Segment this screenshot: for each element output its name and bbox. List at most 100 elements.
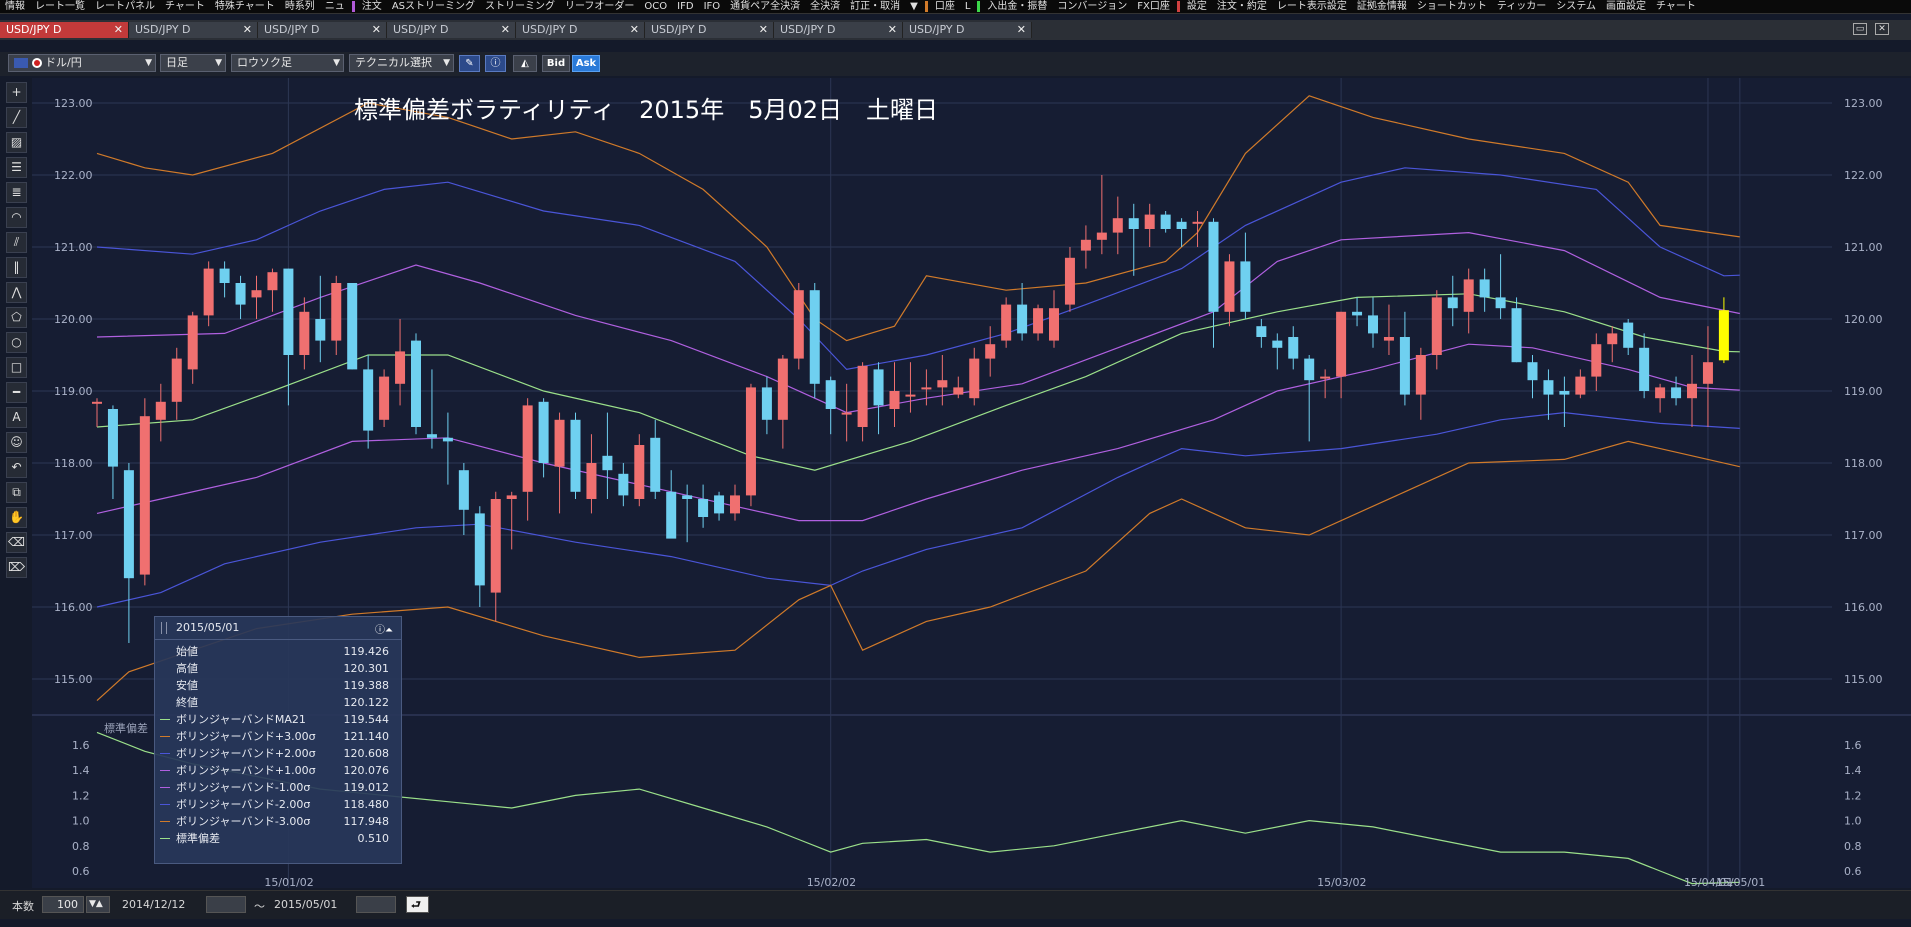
tab-label: USD/JPY D xyxy=(522,23,578,36)
from-date[interactable]: 2014/12/12 xyxy=(122,898,185,911)
menu-item[interactable]: ショートカット xyxy=(1412,0,1492,13)
text-tool-button[interactable]: A xyxy=(6,407,27,428)
trendline-tool-button[interactable]: ╱ xyxy=(6,107,27,128)
channel-icon: ⫽ xyxy=(13,235,20,249)
chart-tab[interactable]: USD/JPY D ✕ xyxy=(516,22,645,38)
menu-item[interactable]: FX口座 xyxy=(1132,0,1175,13)
menu-item[interactable]: 注文 xyxy=(357,0,387,13)
close-tab-icon[interactable]: ✕ xyxy=(243,22,252,38)
line-tool-button[interactable]: ━ xyxy=(6,382,27,403)
close-tab-icon[interactable]: ✕ xyxy=(1017,22,1026,38)
candle-body xyxy=(1256,326,1267,337)
menu-item[interactable]: 全決済 xyxy=(805,0,845,13)
circle-tool-button[interactable]: ○ xyxy=(6,332,27,353)
close-tab-icon[interactable]: ✕ xyxy=(114,22,123,38)
crosshair-tool-button[interactable]: + xyxy=(6,82,27,103)
chart-tab[interactable]: USD/JPY D ✕ xyxy=(0,22,129,38)
menu-item[interactable]: レート一覧 xyxy=(30,0,90,13)
menu-item[interactable]: ストリーミング xyxy=(480,0,560,13)
copy-tool-button[interactable]: ⧉ xyxy=(6,482,27,503)
currency-pair-select[interactable]: ドル/円 ▼ xyxy=(8,54,156,72)
chart-tab[interactable]: USD/JPY D ✕ xyxy=(645,22,774,38)
ruler-tool-button[interactable]: ▨ xyxy=(6,132,27,153)
menu-item[interactable]: L xyxy=(960,0,976,13)
chart-type-button[interactable]: ◭ xyxy=(513,55,537,72)
chart-tab[interactable]: USD/JPY D ✕ xyxy=(129,22,258,38)
menu-item[interactable]: システム xyxy=(1551,0,1601,13)
candle-body xyxy=(506,495,517,499)
menu-item[interactable]: IFD xyxy=(672,0,698,13)
pitchfork-tool-button[interactable]: ⋀ xyxy=(6,282,27,303)
hand-tool-button[interactable]: ✋ xyxy=(6,507,27,528)
to-time-input[interactable] xyxy=(356,896,396,913)
menu-item[interactable]: チャート xyxy=(160,0,210,13)
tooltip-header[interactable]: 2015/05/01 ⓘ⏶ xyxy=(155,617,401,640)
menu-item[interactable]: ティッカー xyxy=(1492,0,1551,13)
menu-item[interactable]: ニュ xyxy=(320,0,350,13)
menu-item[interactable]: コンバージョン xyxy=(1052,0,1132,13)
menu-item[interactable]: レート表示設定 xyxy=(1272,0,1352,13)
chart-tab[interactable]: USD/JPY D ✕ xyxy=(258,22,387,38)
count-stepper[interactable]: ▼▲ xyxy=(86,896,110,913)
menu-item[interactable]: 画面設定 xyxy=(1601,0,1651,13)
menu-item[interactable]: ASストリーミング xyxy=(387,0,480,13)
horizontal-line-tool-button[interactable]: ☰ xyxy=(6,157,27,178)
timeframe-select[interactable]: 日足 ▼ xyxy=(160,54,226,72)
stamp-tool-button[interactable]: ☺ xyxy=(6,432,27,453)
menu-item[interactable]: 設定 xyxy=(1182,0,1212,13)
draw-pen-button[interactable]: ✎ xyxy=(459,55,480,72)
menu-item[interactable]: 訂正・取消 xyxy=(845,0,905,13)
undo-tool-button[interactable]: ↶ xyxy=(6,457,27,478)
restore-window-button[interactable]: ▭ xyxy=(1853,23,1867,35)
channel-tool-button[interactable]: ⫽ xyxy=(6,232,27,253)
fibonacci-tool-button[interactable]: ≣ xyxy=(6,182,27,203)
menu-item[interactable]: 注文・約定 xyxy=(1212,0,1272,13)
menu-item[interactable]: OCO xyxy=(639,0,672,13)
chart-tab[interactable]: USD/JPY D ✕ xyxy=(387,22,516,38)
tooltip-row: ボリンジャーバンド-2.00σ 118.480 xyxy=(155,796,401,813)
rectangle-tool-button[interactable]: □ xyxy=(6,357,27,378)
apply-button[interactable]: ⮐ xyxy=(406,896,429,913)
close-tab-icon[interactable]: ✕ xyxy=(759,22,768,38)
drag-handle-icon[interactable] xyxy=(161,622,167,634)
candle-body xyxy=(618,473,629,496)
from-time-input[interactable] xyxy=(206,896,246,913)
menu-item[interactable]: IFO xyxy=(699,0,726,13)
menu-item[interactable]: 証拠金情報 xyxy=(1352,0,1412,13)
chart-style-select[interactable]: ロウソク足 ▼ xyxy=(231,54,344,72)
menu-item[interactable]: ▼ xyxy=(905,0,923,13)
count-input[interactable]: 100 xyxy=(42,896,84,913)
pentagon-tool-button[interactable]: ⬠ xyxy=(6,307,27,328)
sub-tick-right: 0.8 xyxy=(1844,840,1862,853)
menu-item[interactable]: リーフオーダー xyxy=(560,0,639,13)
info-button[interactable]: ⓘ xyxy=(485,55,506,72)
eraser-tool-button[interactable]: ⌫ xyxy=(6,532,27,553)
menu-item[interactable]: 特殊チャート xyxy=(210,0,280,13)
close-tab-icon[interactable]: ✕ xyxy=(372,22,381,38)
bid-button[interactable]: Bid xyxy=(542,55,570,72)
data-tooltip-panel[interactable]: 2015/05/01 ⓘ⏶ 始値 119.426 高値 120.301 安値 119.38… xyxy=(154,616,402,864)
info-collapse-icon[interactable]: ⓘ⏶ xyxy=(375,620,393,642)
close-tab-icon[interactable]: ✕ xyxy=(630,22,639,38)
chart-tab[interactable]: USD/JPY D ✕ xyxy=(903,22,1032,38)
menu-item[interactable]: レートパネル xyxy=(90,0,160,13)
close-window-button[interactable]: ✕ xyxy=(1875,23,1889,35)
candle-body xyxy=(1718,310,1729,361)
ask-button[interactable]: Ask xyxy=(572,55,600,72)
close-tab-icon[interactable]: ✕ xyxy=(888,22,897,38)
vertical-lines-tool-button[interactable]: ‖ xyxy=(6,257,27,278)
candle-body xyxy=(283,268,294,355)
close-tab-icon[interactable]: ✕ xyxy=(501,22,510,38)
menu-item[interactable]: 通貨ペア全決済 xyxy=(725,0,805,13)
menu-item[interactable]: 情報 xyxy=(0,0,30,13)
chart-tab[interactable]: USD/JPY D ✕ xyxy=(774,22,903,38)
menu-item[interactable]: 入出金・振替 xyxy=(982,0,1052,13)
technical-select[interactable]: テクニカル選択 ▼ xyxy=(349,54,454,72)
trendline-icon: ╱ xyxy=(12,110,21,124)
arc-tool-button[interactable]: ◠ xyxy=(6,207,27,228)
menu-item[interactable]: 時系列 xyxy=(280,0,320,13)
to-date[interactable]: 2015/05/01 xyxy=(274,898,337,911)
menu-item[interactable]: チャート xyxy=(1651,0,1701,13)
menu-item[interactable]: 口座 xyxy=(930,0,960,13)
clear-all-tool-button[interactable]: ⌦ xyxy=(6,557,27,578)
